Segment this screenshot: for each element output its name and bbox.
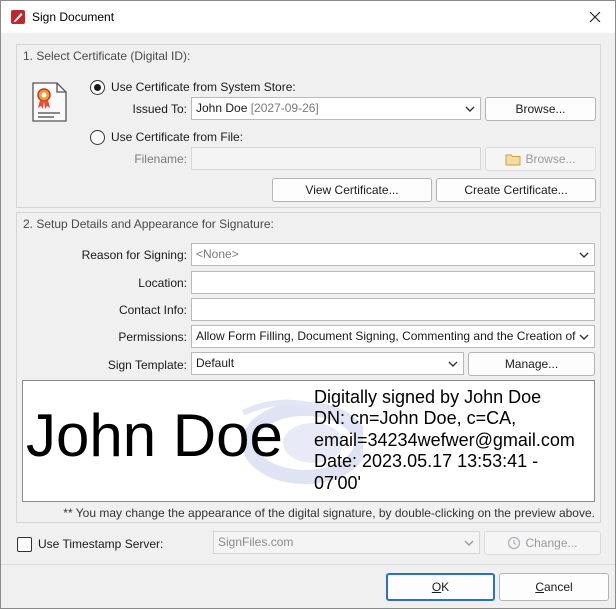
title-bar: Sign Document [1,1,615,33]
sign-template-value: Default [196,356,235,370]
change-timestamp-button[interactable]: Change... [484,531,601,555]
filename-label: Filename: [134,152,187,166]
timestamp-checkbox[interactable] [17,537,32,552]
preview-hint: ** You may change the appearance of the … [63,506,595,520]
permissions-label: Permissions: [118,330,187,344]
certificate-group-title: 1. Select Certificate (Digital ID): [23,49,191,63]
signature-preview[interactable]: John Doe Digitally signed by John Doe DN… [22,380,595,502]
issued-to-select[interactable]: John Doe [2027-09-26] [191,97,481,120]
location-input[interactable] [191,271,595,294]
timestamp-label: Use Timestamp Server: [38,537,164,551]
issued-to-label: Issued To: [132,102,187,116]
from-file-label: Use Certificate from File: [111,130,244,144]
signature-name: John Doe [26,402,283,469]
manage-templates-button[interactable]: Manage... [468,352,595,376]
signature-detail-line: Digitally signed by John Doe [314,387,542,407]
reason-value: <None> [196,247,239,261]
certificate-icon [30,81,70,123]
contact-info-input[interactable] [191,298,595,321]
contact-info-label: Contact Info: [118,303,187,317]
reason-label: Reason for Signing: [81,248,187,262]
sign-template-select[interactable]: Default [191,352,464,375]
browse-certificate-label: Browse... [515,102,566,116]
issued-to-name: John Doe [196,101,248,115]
timestamp-server-select[interactable]: SignFiles.com [213,531,480,554]
footer-divider [1,564,615,565]
chevron-down-icon [579,334,589,340]
folder-icon [505,154,521,165]
ok-button[interactable]: OK [386,573,495,601]
create-certificate-label: Create Certificate... [464,183,568,197]
manage-templates-label: Manage... [504,357,559,371]
view-certificate-label: View Certificate... [305,183,399,197]
from-file-radio[interactable] [90,130,105,145]
signature-detail-line: Date: 2023.05.17 13:53:41 - [314,451,539,471]
reason-select[interactable]: <None> [191,243,595,266]
signature-detail-line: DN: cn=John Doe, c=CA, [314,408,517,428]
create-certificate-button[interactable]: Create Certificate... [436,178,596,202]
issued-to-date: [2027-09-26] [250,101,319,115]
permissions-select[interactable]: Allow Form Filling, Document Signing, Co… [191,325,595,348]
browse-file-label: Browse... [525,152,576,166]
signature-group-title: 2. Setup Details and Appearance for Sign… [23,217,274,231]
sign-template-label: Sign Template: [107,358,187,372]
cancel-button[interactable]: Cancel [499,573,609,601]
window-title: Sign Document [32,10,115,24]
chevron-down-icon [579,252,589,258]
change-timestamp-label: Change... [525,536,578,550]
browse-file-button[interactable]: Browse... [485,147,596,171]
timestamp-server-value: SignFiles.com [218,535,294,549]
sign-document-dialog: Sign Document 1. Select Certificate (Dig… [0,0,616,609]
system-store-radio[interactable] [90,80,105,95]
chevron-down-icon [464,540,474,546]
cancel-label: Cancel [535,580,573,594]
filename-input[interactable] [191,147,481,170]
location-label: Location: [138,276,187,290]
ok-label: OK [431,580,450,594]
browse-certificate-button[interactable]: Browse... [485,97,596,121]
clock-icon [508,536,521,550]
signature-detail-line: 07'00' [314,473,361,493]
permissions-value: Allow Form Filling, Document Signing, Co… [196,329,576,343]
chevron-down-icon [448,361,458,367]
app-logo-icon [10,9,26,25]
system-store-label: Use Certificate from System Store: [111,80,296,94]
close-button[interactable] [575,1,615,33]
chevron-down-icon [465,106,475,112]
view-certificate-button[interactable]: View Certificate... [272,178,432,202]
close-icon [589,11,601,23]
signature-detail-line: email=34234wefwer@gmail.com [314,430,575,450]
